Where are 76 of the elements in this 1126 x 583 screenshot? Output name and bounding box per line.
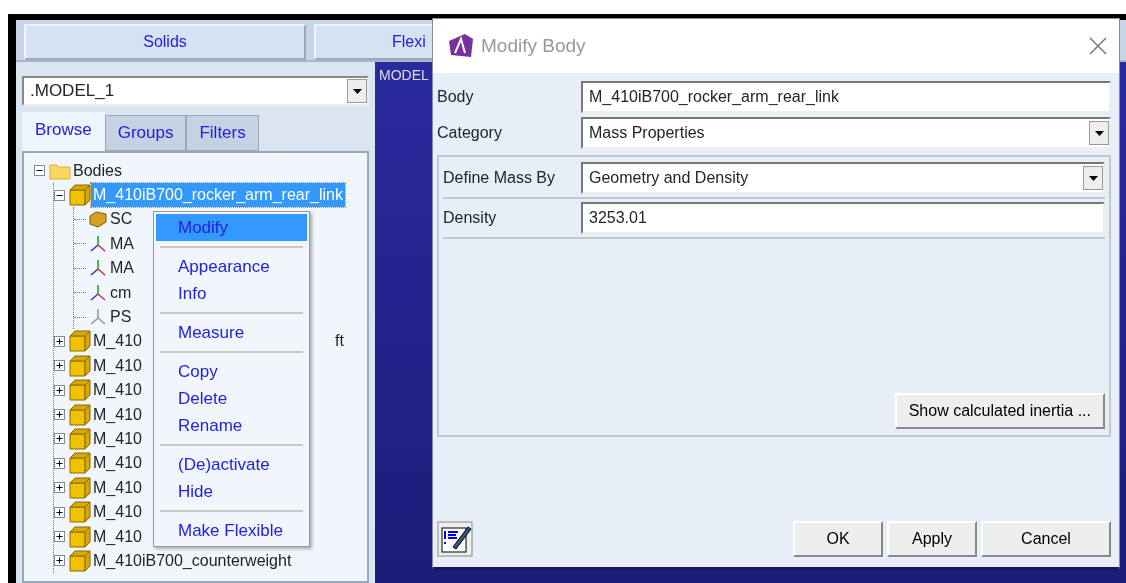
- browser-tab[interactable]: Browse: [22, 112, 105, 151]
- notes-icon[interactable]: [437, 521, 473, 557]
- cube-icon: [69, 428, 91, 450]
- expand-icon[interactable]: [54, 335, 65, 347]
- collapse-icon[interactable]: [54, 189, 65, 201]
- tree-item[interactable]: PS: [108, 305, 134, 330]
- tree-item[interactable]: cm: [108, 280, 134, 305]
- show-inertia-button[interactable]: Show calculated inertia ...: [894, 393, 1105, 429]
- axes-icon: [88, 307, 108, 328]
- cube-icon: [69, 525, 91, 548]
- tree-item[interactable]: M_410: [91, 500, 144, 525]
- menu-item[interactable]: Measure: [156, 319, 307, 346]
- menu-item[interactable]: Rename: [156, 412, 307, 439]
- tree-item[interactable]: Bodies: [71, 158, 124, 183]
- tree-item[interactable]: MA: [108, 256, 136, 281]
- tree-item[interactable]: M_410: [91, 475, 144, 500]
- tree-item[interactable]: M_410: [91, 524, 144, 549]
- close-icon[interactable]: [1089, 37, 1107, 55]
- input-field[interactable]: 3253.01: [581, 202, 1105, 234]
- expand-icon[interactable]: [54, 433, 65, 445]
- expand-icon[interactable]: [54, 531, 65, 543]
- field-label: Category: [437, 123, 503, 143]
- menu-item[interactable]: Appearance: [156, 253, 307, 280]
- input-field[interactable]: M_410iB700_rocker_arm_rear_link: [581, 81, 1111, 113]
- tree-item[interactable]: M_410: [91, 378, 144, 403]
- cube-icon: [69, 501, 91, 524]
- expand-icon[interactable]: [54, 506, 65, 518]
- viewport-label: MODEL: [379, 67, 429, 83]
- tree-item[interactable]: M_410iB700_counterweight: [91, 548, 294, 573]
- cube-icon: [69, 330, 91, 353]
- field-label: Density: [443, 208, 498, 228]
- dropdown-field[interactable]: Geometry and Density: [581, 162, 1105, 194]
- expand-icon[interactable]: [54, 360, 65, 372]
- axes-icon: [88, 233, 108, 254]
- tree-item[interactable]: M_410: [91, 329, 144, 354]
- apply-button[interactable]: Apply: [887, 521, 977, 557]
- tree-item[interactable]: M_410: [91, 402, 144, 427]
- menu-item[interactable]: Hide: [156, 478, 307, 505]
- cube-icon: [69, 476, 91, 499]
- expand-icon[interactable]: [54, 555, 65, 567]
- tree-item[interactable]: MA: [108, 231, 136, 256]
- browser-tab[interactable]: Groups: [104, 115, 187, 151]
- tree-item[interactable]: M_410: [91, 427, 144, 451]
- cube-icon: [69, 403, 91, 426]
- dialog-title: Modify Body: [481, 33, 586, 58]
- field-label: Body: [437, 87, 475, 107]
- menu-item[interactable]: (De)activate: [156, 451, 307, 478]
- cube-icon: [69, 549, 91, 572]
- cube-icon: [69, 354, 91, 377]
- expand-icon[interactable]: [54, 482, 65, 494]
- expand-icon[interactable]: [54, 409, 65, 421]
- collapse-icon[interactable]: [34, 165, 45, 177]
- axes-icon: [88, 282, 108, 303]
- ok-button[interactable]: OK: [793, 521, 883, 557]
- expand-icon[interactable]: [54, 384, 65, 396]
- cube-icon: [69, 379, 91, 402]
- solid-icon: [88, 210, 108, 229]
- expand-icon[interactable]: [54, 457, 65, 469]
- cube-icon: [69, 452, 91, 475]
- tree-item[interactable]: M_410: [91, 353, 144, 378]
- dropdown-field[interactable]: Mass Properties: [581, 117, 1111, 149]
- model-dropdown[interactable]: .MODEL_1: [22, 76, 369, 106]
- browser-tab[interactable]: Filters: [186, 115, 259, 151]
- menu-item[interactable]: Copy: [156, 358, 307, 385]
- field-label: Define Mass By: [443, 168, 557, 188]
- cancel-button[interactable]: Cancel: [981, 521, 1111, 557]
- folder-icon: [49, 161, 71, 180]
- menu-item[interactable]: Delete: [156, 385, 307, 412]
- tree-item[interactable]: M_410: [91, 451, 144, 476]
- tree-item[interactable]: SC: [108, 207, 135, 232]
- tree-item-text: ft: [335, 331, 344, 352]
- menu-item[interactable]: Make Flexible: [156, 517, 307, 544]
- axes-icon: [88, 258, 108, 279]
- menu-item[interactable]: Info: [156, 280, 307, 307]
- panel-tab-button[interactable]: Solids: [24, 24, 306, 60]
- cube-icon: [69, 184, 91, 207]
